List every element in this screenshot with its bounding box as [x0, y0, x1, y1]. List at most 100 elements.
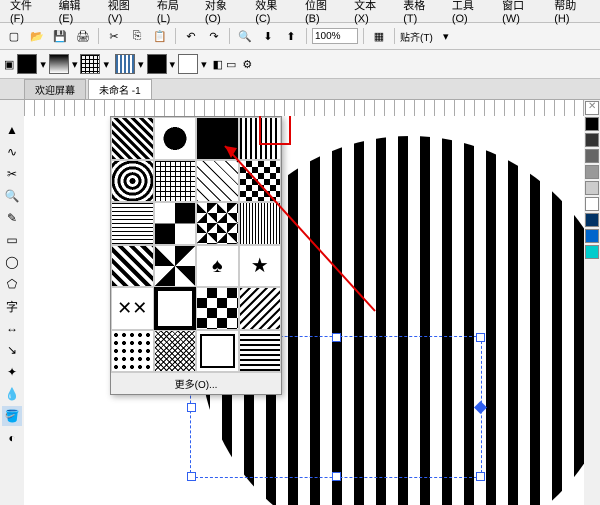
pattern-swatch[interactable]	[239, 330, 282, 373]
handle-sw[interactable]	[187, 472, 196, 481]
effects-tool-icon[interactable]: ✦	[2, 362, 22, 382]
pattern-swatch[interactable]	[111, 160, 154, 203]
menu-edit[interactable]: 编辑(E)	[53, 0, 100, 26]
save-icon[interactable]: 💾	[50, 26, 70, 46]
transform-icon[interactable]: ◧	[213, 58, 223, 71]
zoom-input[interactable]	[312, 28, 358, 44]
color-gray2[interactable]	[585, 149, 599, 163]
menu-text[interactable]: 文本(X)	[348, 0, 395, 26]
pattern-back-swatch[interactable]	[178, 54, 198, 74]
color-gray1[interactable]	[585, 133, 599, 147]
ellipse-tool-icon[interactable]: ◯	[2, 252, 22, 272]
polygon-tool-icon[interactable]: ⬠	[2, 274, 22, 294]
shape-tool-icon[interactable]: ∿	[2, 142, 22, 162]
pattern-swatch[interactable]: ★	[239, 245, 282, 288]
pattern-swatch[interactable]	[196, 202, 239, 245]
menu-tools[interactable]: 工具(O)	[446, 0, 494, 26]
freehand-tool-icon[interactable]: ✎	[2, 208, 22, 228]
menu-table[interactable]: 表格(T)	[397, 0, 444, 26]
pattern-swatch[interactable]	[196, 160, 239, 203]
color-black[interactable]	[585, 117, 599, 131]
pattern-swatch[interactable]	[239, 160, 282, 203]
paste-icon[interactable]: 📋	[150, 26, 170, 46]
import-icon[interactable]: ⬇	[258, 26, 278, 46]
handle-w[interactable]	[187, 403, 196, 412]
color-none[interactable]: ✕	[585, 101, 599, 115]
handle-n[interactable]	[332, 333, 341, 342]
fill-swatch-solid[interactable]	[17, 54, 37, 74]
tab-welcome[interactable]: 欢迎屏幕	[24, 79, 86, 99]
pattern-front-swatch[interactable]	[147, 54, 167, 74]
open-icon[interactable]: 📂	[27, 26, 47, 46]
pattern-swatch[interactable]: ✕✕	[111, 287, 154, 330]
menu-window[interactable]: 窗口(W)	[496, 0, 546, 26]
menu-file[interactable]: 文件(F)	[4, 0, 51, 26]
pattern-swatch[interactable]	[154, 117, 197, 160]
copy-icon[interactable]: ⎘	[127, 26, 147, 46]
menu-view[interactable]: 视图(V)	[102, 0, 149, 26]
pattern-swatch[interactable]	[111, 117, 154, 160]
chevron-down-icon[interactable]: ▾	[72, 58, 78, 71]
handle-s[interactable]	[332, 472, 341, 481]
export-icon[interactable]: ⬆	[281, 26, 301, 46]
chevron-down-icon[interactable]: ▾	[40, 58, 46, 71]
outline-tool-icon[interactable]: ◐	[2, 428, 22, 448]
fill-tool-icon[interactable]: ▣	[4, 58, 14, 71]
color-gray3[interactable]	[585, 165, 599, 179]
snap-label[interactable]: 贴齐(T)	[400, 29, 433, 44]
pick-tool-icon[interactable]: ▲	[2, 120, 22, 140]
pattern-swatch[interactable]	[111, 202, 154, 245]
zoom-tool-icon[interactable]: 🔍	[2, 186, 22, 206]
fill-tool-icon[interactable]: 🪣	[2, 406, 22, 426]
chevron-down-icon[interactable]: ▾	[201, 58, 207, 71]
chevron-down-icon[interactable]: ▾	[103, 58, 109, 71]
redo-icon[interactable]: ↷	[204, 26, 224, 46]
rectangle-tool-icon[interactable]: ▭	[2, 230, 22, 250]
color-navy[interactable]	[585, 213, 599, 227]
color-blue[interactable]	[585, 229, 599, 243]
menu-object[interactable]: 对象(O)	[199, 0, 247, 26]
chevron-down-icon[interactable]: ▾	[170, 58, 176, 71]
pattern-swatch[interactable]	[154, 245, 197, 288]
handle-ne[interactable]	[476, 333, 485, 342]
mirror-icon[interactable]: ▭	[226, 58, 236, 71]
pattern-swatch[interactable]	[239, 287, 282, 330]
grid-icon[interactable]: ▦	[369, 26, 389, 46]
menu-layout[interactable]: 布局(L)	[151, 0, 197, 26]
pattern-swatch[interactable]	[111, 330, 154, 373]
chevron-down-icon[interactable]: ▾	[138, 58, 144, 71]
fill-swatch-gradient[interactable]	[49, 54, 69, 74]
color-gray4[interactable]	[585, 181, 599, 195]
pattern-more-button[interactable]: 更多(O)...	[111, 372, 281, 394]
connector-tool-icon[interactable]: ↘	[2, 340, 22, 360]
cut-icon[interactable]: ✂	[104, 26, 124, 46]
pattern-swatch[interactable]	[196, 330, 239, 373]
canvas[interactable]: ♠ ★ ✕✕ 更多(O)...	[40, 116, 584, 505]
pattern-swatch[interactable]	[196, 287, 239, 330]
handle-se[interactable]	[476, 472, 485, 481]
search-icon[interactable]: 🔍	[235, 26, 255, 46]
dimension-tool-icon[interactable]: ↔	[2, 318, 22, 338]
more-settings-icon[interactable]: ⚙	[242, 58, 252, 71]
fill-swatch-grid[interactable]	[80, 54, 100, 74]
menu-help[interactable]: 帮助(H)	[548, 0, 596, 26]
pattern-swatch[interactable]	[154, 330, 197, 373]
pattern-hatch-swatch[interactable]	[115, 54, 135, 74]
eyedropper-tool-icon[interactable]: 💧	[2, 384, 22, 404]
pattern-swatch[interactable]: ♠	[196, 245, 239, 288]
tab-document[interactable]: 未命名 -1	[88, 79, 152, 99]
snap-dropdown-icon[interactable]: ▾	[436, 26, 456, 46]
undo-icon[interactable]: ↶	[181, 26, 201, 46]
pattern-swatch[interactable]	[154, 202, 197, 245]
menu-effects[interactable]: 效果(C)	[249, 0, 297, 26]
menu-bitmap[interactable]: 位图(B)	[299, 0, 346, 26]
crop-tool-icon[interactable]: ✂	[2, 164, 22, 184]
pattern-swatch[interactable]	[154, 160, 197, 203]
pattern-swatch[interactable]	[154, 287, 197, 330]
text-tool-icon[interactable]: 字	[2, 296, 22, 316]
color-cyan[interactable]	[585, 245, 599, 259]
color-white[interactable]	[585, 197, 599, 211]
pattern-swatch[interactable]	[239, 202, 282, 245]
pattern-swatch[interactable]	[196, 117, 239, 160]
pattern-swatch[interactable]	[111, 245, 154, 288]
